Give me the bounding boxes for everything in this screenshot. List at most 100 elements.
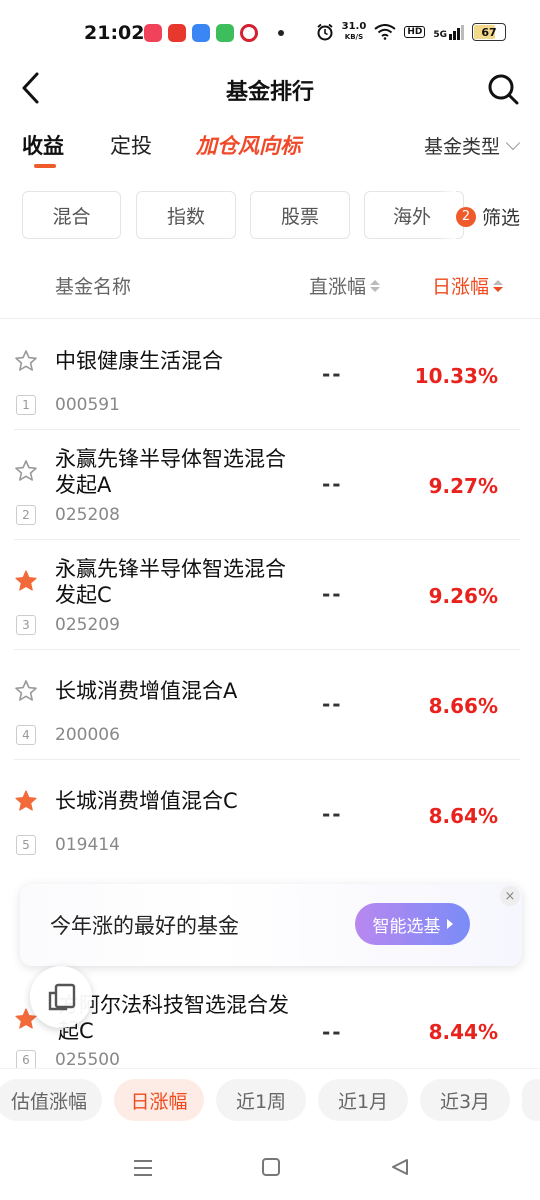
wechat-notification-icon (216, 24, 234, 42)
chip-stock[interactable]: 股票 (250, 191, 350, 239)
column-estimate-sort[interactable]: 直涨幅 (309, 272, 381, 299)
fund-code: 200006 (55, 725, 120, 745)
fund-daily-change: 8.66% (428, 694, 498, 718)
bank-notification-icon (240, 24, 258, 42)
rank-badge: 5 (16, 835, 36, 855)
period-more[interactable] (522, 1079, 540, 1121)
period-tabs: 估值涨幅 日涨幅 近1周 近1月 近3月 (0, 1068, 540, 1132)
close-icon[interactable]: × (500, 886, 520, 906)
wifi-icon (374, 24, 396, 40)
search-button[interactable] (486, 72, 520, 106)
fund-code: 019414 (55, 835, 120, 855)
period-3month[interactable]: 近3月 (420, 1079, 510, 1121)
fund-row[interactable]: 5 长城消费增值混合C 019414 -- 8.64% (0, 760, 540, 870)
rank-badge: 3 (16, 615, 36, 635)
column-header: 基金名称 直涨幅 日涨幅 (0, 268, 540, 308)
fund-code: 025209 (55, 615, 120, 635)
fund-name: 长城消费增值混合C (55, 789, 238, 813)
fund-row[interactable]: 4 长城消费增值混合A 200006 -- 8.66% (0, 650, 540, 760)
fund-daily-change: 10.33% (414, 364, 498, 388)
fund-type-label: 基金类型 (423, 136, 500, 158)
signal-bar-icon (461, 24, 464, 40)
fund-name: 方阿尔法科技智选混合发起C (58, 993, 289, 1043)
chip-index[interactable]: 指数 (136, 191, 236, 239)
filter-button[interactable]: 2 筛选 (455, 203, 520, 230)
page-title: 基金排行 (225, 80, 314, 105)
fund-name: 永赢先锋半导体智选混合发起C (55, 557, 286, 607)
fund-daily-change: 8.44% (428, 1020, 498, 1044)
star-filled-icon[interactable] (14, 569, 38, 593)
sort-icon (370, 279, 381, 292)
net-speed-unit: KB/S (344, 33, 364, 41)
status-bar: 21:02 31.0 KB/S HD 5G 67 (0, 0, 540, 60)
signal-label: 5G (433, 29, 447, 40)
fund-estimate: -- (322, 692, 343, 716)
sort-desc-icon (493, 279, 504, 292)
top-tabs: 收益 定投 加仓风向标 基金类型 (0, 128, 540, 178)
chip-hybrid[interactable]: 混合 (22, 191, 121, 239)
period-1week[interactable]: 近1周 (216, 1079, 306, 1121)
promo-banner[interactable]: 今年涨的最好的基金 智能选基 × (20, 884, 522, 966)
system-nav-bar (0, 1140, 540, 1200)
battery-level: 67 (481, 25, 497, 39)
fund-daily-change: 9.26% (428, 584, 498, 608)
wallet-notification-icon (192, 24, 210, 42)
star-outline-icon[interactable] (14, 349, 38, 373)
filter-chips: 混合 指数 股票 海外 2 筛选 (0, 191, 540, 241)
star-outline-icon[interactable] (14, 459, 38, 483)
rank-badge: 1 (16, 395, 36, 415)
fund-daily-change: 8.64% (428, 804, 498, 828)
fund-code: 025500 (55, 1050, 120, 1070)
more-notifications-dot (278, 30, 284, 36)
fund-estimate: -- (322, 472, 343, 496)
window-icon (48, 983, 76, 1011)
back-triangle-icon[interactable] (390, 1157, 410, 1177)
filter-label: 筛选 (481, 207, 520, 229)
signal-bar-icon (449, 33, 452, 40)
play-arrow-icon (446, 919, 453, 929)
fund-row[interactable]: 3 永赢先锋半导体智选混合发起C 025209 -- 9.26% (0, 540, 540, 650)
notification-icons (144, 24, 284, 42)
column-daily-label: 日涨幅 (432, 276, 490, 298)
fund-estimate: -- (322, 802, 343, 826)
column-estimate-label: 直涨幅 (309, 276, 367, 298)
fund-row[interactable]: 2 永赢先锋半导体智选混合发起A 025208 -- 9.27% (0, 430, 540, 540)
net-speed-value: 31.0 (341, 21, 367, 32)
promo-text: 今年涨的最好的基金 (50, 914, 239, 938)
fund-estimate: -- (322, 582, 343, 606)
chevron-down-icon (505, 135, 521, 151)
period-daily[interactable]: 日涨幅 (114, 1079, 204, 1121)
star-outline-icon[interactable] (14, 679, 38, 703)
signal-5g: 5G (433, 24, 464, 40)
smart-pick-label: 智能选基 (372, 916, 441, 937)
signal-bar-icon (457, 27, 460, 40)
fund-daily-change: 9.27% (428, 474, 498, 498)
redpacket-notification-icon (168, 24, 186, 42)
rank-badge: 6 (16, 1050, 36, 1070)
header-divider (0, 318, 540, 319)
tab-fixed-investment[interactable]: 定投 (110, 130, 152, 160)
fund-estimate: -- (322, 1020, 343, 1044)
fund-name: 永赢先锋半导体智选混合发起A (55, 447, 286, 497)
tab-returns[interactable]: 收益 (22, 130, 64, 160)
floating-window-button[interactable] (30, 966, 92, 1028)
status-right: 31.0 KB/S HD 5G 67 (316, 22, 506, 42)
search-icon (488, 74, 519, 105)
fund-name: 中银健康生活混合 (55, 349, 223, 373)
fund-type-dropdown[interactable]: 基金类型 (423, 132, 521, 159)
rank-badge: 4 (16, 725, 36, 745)
fund-name: 长城消费增值混合A (55, 679, 238, 703)
tab-position-indicator[interactable]: 加仓风向标 (196, 130, 301, 160)
period-1month[interactable]: 近1月 (318, 1079, 408, 1121)
column-fund-name: 基金名称 (55, 276, 132, 298)
menu-icon[interactable] (132, 1158, 154, 1178)
home-icon[interactable] (261, 1157, 281, 1177)
star-filled-icon[interactable] (14, 789, 38, 813)
column-daily-sort[interactable]: 日涨幅 (432, 272, 504, 299)
signal-bar-icon (453, 30, 456, 40)
smart-pick-button[interactable]: 智能选基 (355, 903, 470, 945)
chip-fade (440, 191, 456, 239)
period-estimate[interactable]: 估值涨幅 (0, 1079, 102, 1121)
fund-row[interactable]: 1 中银健康生活混合 000591 -- 10.33% (0, 320, 540, 430)
net-speed: 31.0 KB/S (342, 22, 367, 42)
